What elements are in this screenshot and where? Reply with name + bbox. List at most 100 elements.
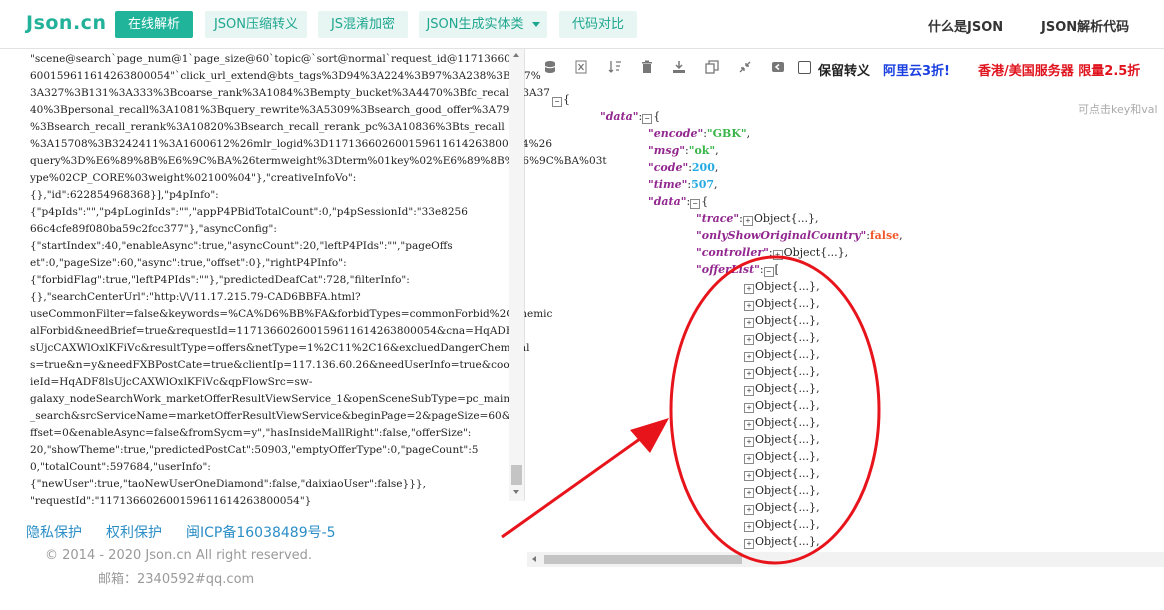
json-value[interactable]: 200 [692,161,715,174]
collapse-toggle-icon[interactable]: − [763,267,774,277]
collapse-icon[interactable] [771,60,785,74]
sort-icon[interactable] [608,60,622,74]
offer-list-item[interactable]: + Object{...}, [744,397,820,414]
server-ad-link[interactable]: 香港/美国服务器 限量2.5折 [978,60,1140,79]
offer-list-item[interactable]: + Object{...}, [744,329,820,346]
json-input-editor[interactable]: "scene@search`page_num@1`page_size@60`to… [0,49,607,507]
editor-vertical-scrollbar[interactable] [509,49,524,501]
object-label[interactable]: Object{...} [755,518,816,531]
expand-toggle-icon[interactable]: + [744,437,754,447]
object-label[interactable]: Object{...} [755,484,816,497]
tree-row-trace[interactable]: "trace": + Object{...}, [696,210,818,227]
tree-row-encode[interactable]: "encode":"GBK", [648,125,750,142]
expand-toggle-icon[interactable]: + [744,505,754,515]
keep-escape-label[interactable]: 保留转义 [818,60,870,79]
object-label[interactable]: Object{...} [755,450,816,463]
json-key[interactable]: "msg" [648,144,685,157]
object-label[interactable]: Object{...} [755,297,816,310]
expand-toggle-icon[interactable]: + [744,522,754,532]
download-icon[interactable] [672,60,686,74]
offer-list-item[interactable]: + Object{...}, [744,516,820,533]
json-key[interactable]: "data" [600,110,639,123]
offer-list-item[interactable]: + Object{...}, [744,533,820,550]
json-key[interactable]: "onlyShowOriginalCountry" [696,229,866,242]
expand-toggle-icon[interactable]: + [744,284,754,294]
offer-list-item[interactable]: + Object{...}, [744,295,820,312]
scroll-down-arrow-icon[interactable] [513,490,519,494]
rights-link[interactable]: 权利保护 [106,525,162,541]
tree-row-data-inner[interactable]: "data": −{ [648,193,708,210]
json-key[interactable]: "code" [648,161,688,174]
compress-icon[interactable] [738,60,752,74]
object-label[interactable]: Object{...} [755,280,816,293]
keep-escape-checkbox[interactable] [798,61,811,74]
json-key[interactable]: "time" [648,178,687,191]
tree-row-controller[interactable]: "controller": + Object{...}, [696,244,848,261]
scrollbar-thumb[interactable] [511,465,522,485]
expand-toggle-icon[interactable]: + [744,369,754,379]
database-icon[interactable] [543,60,557,74]
expand-toggle-icon[interactable]: + [744,318,754,328]
scroll-up-arrow-icon[interactable] [513,53,519,57]
object-label[interactable]: Object{...} [755,314,816,327]
what-is-json-link[interactable]: 什么是JSON [928,16,1003,35]
tree-row-data[interactable]: "data": −{ [600,108,660,125]
object-label[interactable]: Object{...} [755,416,816,429]
object-label[interactable]: Object{...} [755,382,816,395]
object-label[interactable]: Object{...} [755,348,816,361]
expand-toggle-icon[interactable]: + [744,454,754,464]
offer-list-item[interactable]: + Object{...}, [744,312,820,329]
expand-toggle-icon[interactable]: + [744,335,754,345]
json-key[interactable]: "controller" [696,246,769,259]
json-key[interactable]: "encode" [648,127,703,140]
scrollbar-thumb[interactable] [544,555,742,564]
object-label[interactable]: Object{...} [755,365,816,378]
json-value[interactable]: "ok" [689,144,715,157]
object-label[interactable]: Object{...} [755,535,816,548]
tree-row-only-show-original-country[interactable]: "onlyShowOriginalCountry":false, [696,227,903,244]
expand-toggle-icon[interactable]: + [744,539,754,549]
tree-row-msg[interactable]: "msg":"ok", [648,142,719,159]
expand-toggle-icon[interactable]: + [744,386,754,396]
nav-online-parse-button[interactable]: 在线解析 [115,11,193,38]
icp-link[interactable]: 闽ICP备16038489号-5 [186,525,336,541]
json-value[interactable]: "GBK" [707,127,747,140]
offer-list-item[interactable]: + Object{...}, [744,448,820,465]
object-label[interactable]: Object{...} [755,467,816,480]
collapse-toggle-icon[interactable]: − [552,97,562,107]
offer-list-item[interactable]: + Object{...}, [744,465,820,482]
json-value[interactable]: 507 [691,178,714,191]
view-horizontal-scrollbar[interactable] [527,552,1164,567]
tree-row-code[interactable]: "code":200, [648,159,718,176]
offer-list-item[interactable]: + Object{...}, [744,380,820,397]
json-key[interactable]: "offerList" [696,263,760,276]
offer-list-item[interactable]: + Object{...}, [744,278,820,295]
expand-toggle-icon[interactable]: + [742,216,753,226]
site-logo[interactable]: Json.cn [26,12,106,34]
copy-icon[interactable] [705,60,719,74]
object-label[interactable]: Object{...} [755,501,816,514]
json-key[interactable]: "trace" [696,212,739,225]
trash-icon[interactable] [640,60,654,74]
offer-list-item[interactable]: + Object{...}, [744,431,820,448]
expand-toggle-icon[interactable]: + [744,420,754,430]
object-label[interactable]: Object{...} [755,433,816,446]
object-label[interactable]: Object{...} [755,331,816,344]
expand-toggle-icon[interactable]: + [744,301,754,311]
offer-list-item[interactable]: + Object{...}, [744,346,820,363]
offer-list-item[interactable]: + Object{...}, [744,499,820,516]
nav-json-entity-dropdown[interactable]: JSON生成实体类 [419,11,547,38]
collapse-toggle-icon[interactable]: − [642,114,653,124]
offer-list-item[interactable]: + Object{...}, [744,363,820,380]
expand-toggle-icon[interactable]: + [744,471,754,481]
offer-list-item[interactable]: + Object{...}, [744,482,820,499]
expand-toggle-icon[interactable]: + [744,403,754,413]
json-value[interactable]: false [870,229,899,242]
scroll-left-arrow-icon[interactable] [532,556,536,562]
expand-toggle-icon[interactable]: + [744,488,754,498]
aliyun-ad-link[interactable]: 阿里云3折! [883,60,950,79]
json-key[interactable]: "data" [648,195,687,208]
nav-code-diff-button[interactable]: 代码对比 [559,11,637,38]
json-input-text[interactable]: "scene@search`page_num@1`page_size@60`to… [30,51,607,510]
tree-row-time[interactable]: "time":507, [648,176,718,193]
